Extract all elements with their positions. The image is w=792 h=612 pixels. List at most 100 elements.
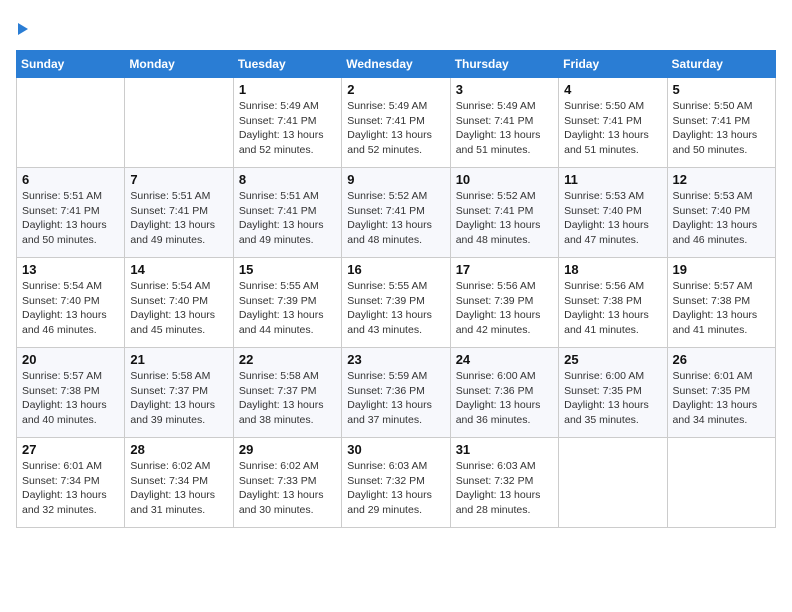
cell-day-info: Sunrise: 6:03 AMSunset: 7:32 PMDaylight:… [347, 459, 444, 518]
cell-day-number: 14 [130, 262, 227, 277]
calendar-cell [667, 438, 775, 528]
cell-day-info: Sunrise: 5:53 AMSunset: 7:40 PMDaylight:… [673, 189, 770, 248]
cell-day-number: 29 [239, 442, 336, 457]
cell-day-number: 4 [564, 82, 661, 97]
cell-day-number: 27 [22, 442, 119, 457]
calendar-table: SundayMondayTuesdayWednesdayThursdayFrid… [16, 50, 776, 528]
calendar-cell: 16Sunrise: 5:55 AMSunset: 7:39 PMDayligh… [342, 258, 450, 348]
cell-day-number: 22 [239, 352, 336, 367]
cell-day-info: Sunrise: 5:57 AMSunset: 7:38 PMDaylight:… [22, 369, 119, 428]
cell-day-info: Sunrise: 5:56 AMSunset: 7:39 PMDaylight:… [456, 279, 553, 338]
cell-day-number: 8 [239, 172, 336, 187]
calendar-cell [17, 78, 125, 168]
cell-day-number: 9 [347, 172, 444, 187]
cell-day-info: Sunrise: 5:59 AMSunset: 7:36 PMDaylight:… [347, 369, 444, 428]
calendar-cell: 18 Sunrise: 5:56 AMSunset: 7:38 PMDayligh… [559, 258, 667, 348]
weekday-header-wednesday: Wednesday [342, 51, 450, 78]
calendar-cell: 20 Sunrise: 5:57 AMSunset: 7:38 PMDayligh… [17, 348, 125, 438]
calendar-cell: 6 Sunrise: 5:51 AMSunset: 7:41 PMDaylight… [17, 168, 125, 258]
calendar-cell: 8 Sunrise: 5:51 AMSunset: 7:41 PMDaylight… [233, 168, 341, 258]
cell-day-number: 30 [347, 442, 444, 457]
cell-day-info: Sunrise: 5:51 AMSunset: 7:41 PMDaylight:… [239, 189, 336, 248]
calendar-cell: 25 Sunrise: 6:00 AMSunset: 7:35 PMDayligh… [559, 348, 667, 438]
calendar-cell: 24 Sunrise: 6:00 AMSunset: 7:36 PMDayligh… [450, 348, 558, 438]
cell-day-number: 2 [347, 82, 444, 97]
cell-day-info: Sunrise: 5:52 AMSunset: 7:41 PMDaylight:… [347, 189, 444, 248]
logo-arrow-icon [18, 23, 28, 35]
calendar-cell: 27 Sunrise: 6:01 AMSunset: 7:34 PMDayligh… [17, 438, 125, 528]
calendar-cell: 28 Sunrise: 6:02 AMSunset: 7:34 PMDayligh… [125, 438, 233, 528]
weekday-header-friday: Friday [559, 51, 667, 78]
calendar-cell: 9 Sunrise: 5:52 AMSunset: 7:41 PMDaylight… [342, 168, 450, 258]
cell-day-info: Sunrise: 5:49 AMSunset: 7:41 PMDaylight:… [239, 99, 336, 158]
cell-day-info: Sunrise: 6:00 AMSunset: 7:36 PMDaylight:… [456, 369, 553, 428]
cell-day-number: 20 [22, 352, 119, 367]
calendar-cell: 30 Sunrise: 6:03 AMSunset: 7:32 PMDayligh… [342, 438, 450, 528]
cell-day-info: Sunrise: 5:55 AMSunset: 7:39 PMDaylight:… [347, 279, 444, 338]
cell-day-number: 28 [130, 442, 227, 457]
calendar-cell: 7Sunrise: 5:51 AMSunset: 7:41 PMDaylight… [125, 168, 233, 258]
page-header [16, 16, 776, 38]
cell-day-info: Sunrise: 6:01 AMSunset: 7:34 PMDaylight:… [22, 459, 119, 518]
calendar-cell: 15 Sunrise: 5:55 AMSunset: 7:39 PMDayligh… [233, 258, 341, 348]
cell-day-number: 18 [564, 262, 661, 277]
cell-day-number: 17 [456, 262, 553, 277]
cell-day-number: 21 [130, 352, 227, 367]
calendar-cell: 11 Sunrise: 5:53 AMSunset: 7:40 PMDayligh… [559, 168, 667, 258]
cell-day-info: Sunrise: 6:02 AMSunset: 7:34 PMDaylight:… [130, 459, 227, 518]
cell-day-info: Sunrise: 5:50 AMSunset: 7:41 PMDaylight:… [673, 99, 770, 158]
cell-day-number: 13 [22, 262, 119, 277]
calendar-cell [125, 78, 233, 168]
calendar-cell [559, 438, 667, 528]
calendar-cell: 26 Sunrise: 6:01 AMSunset: 7:35 PMDayligh… [667, 348, 775, 438]
calendar-cell: 31Sunrise: 6:03 AMSunset: 7:32 PMDayligh… [450, 438, 558, 528]
calendar-cell: 3 Sunrise: 5:49 AMSunset: 7:41 PMDaylight… [450, 78, 558, 168]
cell-day-info: Sunrise: 5:58 AMSunset: 7:37 PMDaylight:… [130, 369, 227, 428]
cell-day-number: 24 [456, 352, 553, 367]
calendar-cell: 13 Sunrise: 5:54 AMSunset: 7:40 PMDayligh… [17, 258, 125, 348]
cell-day-number: 15 [239, 262, 336, 277]
calendar-cell: 14 Sunrise: 5:54 AMSunset: 7:40 PMDayligh… [125, 258, 233, 348]
cell-day-info: Sunrise: 5:57 AMSunset: 7:38 PMDaylight:… [673, 279, 770, 338]
calendar-cell: 2 Sunrise: 5:49 AMSunset: 7:41 PMDaylight… [342, 78, 450, 168]
cell-day-info: Sunrise: 5:51 AMSunset: 7:41 PMDaylight:… [130, 189, 227, 248]
cell-day-info: Sunrise: 5:54 AMSunset: 7:40 PMDaylight:… [22, 279, 119, 338]
calendar-cell: 21 Sunrise: 5:58 AMSunset: 7:37 PMDayligh… [125, 348, 233, 438]
cell-day-number: 23 [347, 352, 444, 367]
cell-day-info: Sunrise: 5:52 AMSunset: 7:41 PMDaylight:… [456, 189, 553, 248]
cell-day-info: Sunrise: 5:58 AMSunset: 7:37 PMDaylight:… [239, 369, 336, 428]
cell-day-number: 11 [564, 172, 661, 187]
cell-day-number: 19 [673, 262, 770, 277]
cell-day-number: 3 [456, 82, 553, 97]
cell-day-info: Sunrise: 5:53 AMSunset: 7:40 PMDaylight:… [564, 189, 661, 248]
cell-day-info: Sunrise: 5:51 AMSunset: 7:41 PMDaylight:… [22, 189, 119, 248]
cell-day-info: Sunrise: 5:54 AMSunset: 7:40 PMDaylight:… [130, 279, 227, 338]
cell-day-info: Sunrise: 6:00 AMSunset: 7:35 PMDaylight:… [564, 369, 661, 428]
cell-day-number: 25 [564, 352, 661, 367]
cell-day-info: Sunrise: 5:56 AMSunset: 7:38 PMDaylight:… [564, 279, 661, 338]
cell-day-info: Sunrise: 5:55 AMSunset: 7:39 PMDaylight:… [239, 279, 336, 338]
calendar-week-row: 27 Sunrise: 6:01 AMSunset: 7:34 PMDayligh… [17, 438, 776, 528]
calendar-cell: 5Sunrise: 5:50 AMSunset: 7:41 PMDaylight… [667, 78, 775, 168]
logo [16, 16, 28, 38]
cell-day-number: 6 [22, 172, 119, 187]
cell-day-number: 26 [673, 352, 770, 367]
calendar-cell: 12 Sunrise: 5:53 AMSunset: 7:40 PMDayligh… [667, 168, 775, 258]
cell-day-info: Sunrise: 6:01 AMSunset: 7:35 PMDaylight:… [673, 369, 770, 428]
calendar-week-row: 13 Sunrise: 5:54 AMSunset: 7:40 PMDayligh… [17, 258, 776, 348]
calendar-cell: 29 Sunrise: 6:02 AMSunset: 7:33 PMDayligh… [233, 438, 341, 528]
cell-day-info: Sunrise: 5:49 AMSunset: 7:41 PMDaylight:… [456, 99, 553, 158]
calendar-cell: 1Sunrise: 5:49 AMSunset: 7:41 PMDaylight… [233, 78, 341, 168]
calendar-cell: 4 Sunrise: 5:50 AMSunset: 7:41 PMDaylight… [559, 78, 667, 168]
cell-day-number: 12 [673, 172, 770, 187]
weekday-header-sunday: Sunday [17, 51, 125, 78]
cell-day-info: Sunrise: 5:50 AMSunset: 7:41 PMDaylight:… [564, 99, 661, 158]
cell-day-info: Sunrise: 6:02 AMSunset: 7:33 PMDaylight:… [239, 459, 336, 518]
calendar-cell: 10Sunrise: 5:52 AMSunset: 7:41 PMDayligh… [450, 168, 558, 258]
weekday-header-saturday: Saturday [667, 51, 775, 78]
cell-day-info: Sunrise: 5:49 AMSunset: 7:41 PMDaylight:… [347, 99, 444, 158]
weekday-header-monday: Monday [125, 51, 233, 78]
weekday-header-row: SundayMondayTuesdayWednesdayThursdayFrid… [17, 51, 776, 78]
calendar-cell: 17 Sunrise: 5:56 AMSunset: 7:39 PMDayligh… [450, 258, 558, 348]
calendar-cell: 22 Sunrise: 5:58 AMSunset: 7:37 PMDayligh… [233, 348, 341, 438]
